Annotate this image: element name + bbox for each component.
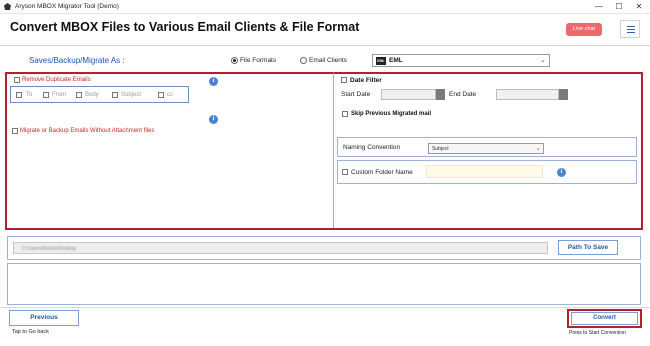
chevron-down-icon: ⌄: [540, 57, 546, 64]
end-date-calendar-button[interactable]: [559, 89, 568, 100]
hamburger-icon-line: [627, 26, 635, 27]
dup-from-checkbox[interactable]: [43, 92, 49, 98]
skip-previous-label: Skip Previous Migrated mail: [351, 111, 432, 117]
dup-body-label: Body: [85, 92, 99, 98]
email-clients-radio[interactable]: [300, 57, 307, 64]
end-date-input[interactable]: [496, 89, 559, 100]
naming-convention-select[interactable]: Subject ⌄: [428, 143, 544, 154]
hamburger-icon-line: [627, 32, 635, 33]
footer-divider: [0, 307, 650, 308]
dup-to-checkbox[interactable]: [16, 92, 22, 98]
hamburger-icon-line: [627, 29, 635, 30]
close-button[interactable]: ✕: [632, 1, 646, 13]
format-select-value: EML: [389, 57, 403, 64]
info-icon[interactable]: i: [209, 115, 218, 124]
page-title: Convert MBOX Files to Various Email Clie…: [10, 20, 360, 34]
live-chat-button[interactable]: Live chat: [566, 23, 602, 36]
window-title: Aryson MBOX Migrator Tool (Demo): [15, 3, 119, 10]
destination-path-input[interactable]: C:\Users\Kelvin\Desktop: [13, 242, 548, 254]
path-to-save-button[interactable]: Path To Save: [558, 240, 618, 255]
naming-convention-value: Subject: [432, 146, 449, 152]
header-divider: [0, 45, 650, 46]
naming-convention-label: Naming Convention: [343, 144, 401, 151]
title-bar: Aryson MBOX Migrator Tool (Demo) — ☐ ✕: [0, 0, 650, 14]
file-formats-label: File Formats: [240, 57, 277, 64]
info-icon[interactable]: i: [557, 168, 566, 177]
convert-button[interactable]: Convert: [571, 312, 638, 325]
date-filter-label: Date Filter: [350, 77, 382, 84]
log-area: [7, 263, 641, 305]
remove-duplicates-checkbox[interactable]: [14, 77, 20, 83]
previous-hint: Tap to Go back: [12, 329, 49, 335]
info-icon[interactable]: i: [209, 77, 218, 86]
maximize-button[interactable]: ☐: [612, 1, 626, 13]
app-logo-icon: [4, 3, 11, 10]
eml-file-icon: EML: [376, 57, 386, 65]
minimize-button[interactable]: —: [592, 1, 606, 13]
options-divider: [333, 73, 334, 228]
dup-subject-checkbox[interactable]: [112, 92, 118, 98]
start-date-input[interactable]: [381, 89, 436, 100]
date-filter-checkbox[interactable]: [341, 77, 347, 83]
dup-body-checkbox[interactable]: [76, 92, 82, 98]
file-formats-radio[interactable]: [231, 57, 238, 64]
without-attachments-checkbox[interactable]: [12, 128, 18, 134]
destination-path-value: C:\Users\Kelvin\Desktop: [22, 246, 77, 252]
custom-folder-checkbox[interactable]: [342, 169, 348, 175]
email-clients-label: Email Clients: [309, 57, 347, 64]
dup-subject-label: Subject: [121, 92, 142, 98]
skip-previous-checkbox[interactable]: [342, 111, 348, 117]
convert-hint: Press to Start Conversion: [569, 330, 626, 336]
custom-folder-label: Custom Folder Name: [351, 169, 413, 176]
chevron-down-icon: ⌄: [535, 145, 541, 152]
remove-duplicates-label: Remove Duplicate Emails: [22, 77, 91, 83]
previous-button[interactable]: Previous: [9, 310, 79, 326]
dup-from-label: From: [52, 92, 66, 98]
dup-cc-checkbox[interactable]: [158, 92, 164, 98]
end-date-label: End Date: [449, 91, 477, 98]
start-date-calendar-button[interactable]: [436, 89, 445, 100]
without-attachments-label: Migrate or Backup Emails Without Attachm…: [20, 128, 155, 134]
dup-to-label: To: [26, 92, 33, 98]
dup-cc-label: cc: [167, 92, 173, 98]
saves-as-label: Saves/Backup/Migrate As :: [29, 56, 125, 65]
format-select[interactable]: EML EML ⌄: [372, 54, 550, 67]
custom-folder-input[interactable]: [426, 165, 543, 178]
start-date-label: Start Date: [341, 91, 371, 98]
menu-button[interactable]: [620, 20, 640, 38]
